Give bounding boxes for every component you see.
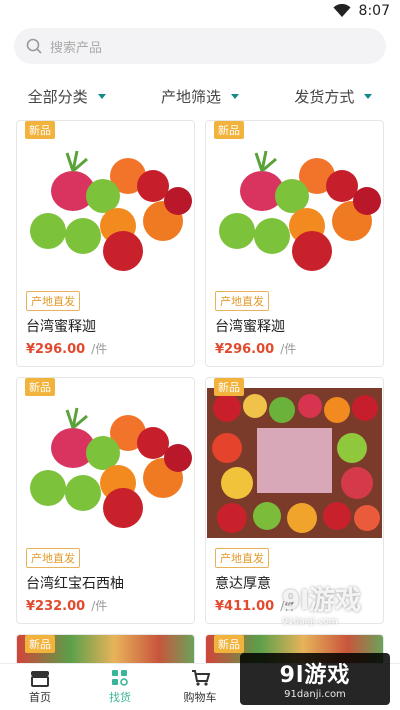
search-placeholder: 搜索产品: [50, 40, 103, 56]
new-tag: 新品: [25, 121, 55, 139]
product-name: 台湾蜜释迦: [215, 319, 285, 335]
store-icon: [31, 671, 49, 687]
watermark-overlay-url: 91danji.com: [282, 617, 338, 627]
cart-icon: [192, 670, 210, 686]
price-value: ¥296.00: [26, 342, 86, 357]
search-area: 搜索产品: [0, 24, 400, 64]
watermark-url: 91danji.com: [284, 689, 346, 700]
new-tag: 新品: [25, 635, 55, 653]
filter-category[interactable]: 全部分类: [28, 86, 106, 107]
caret-down-icon: [231, 93, 239, 99]
origin-badge: 产地直发: [26, 291, 80, 311]
origin-badge: 产地直发: [26, 548, 80, 568]
price-unit: /件: [91, 599, 108, 613]
filter-shipping-label: 发货方式: [294, 87, 355, 106]
status-right: 8:07: [333, 3, 390, 19]
product-name: 台湾蜜释迦: [26, 319, 96, 335]
price-value: ¥296.00: [215, 342, 275, 357]
fruit-image: [18, 131, 193, 281]
new-tag: 新品: [214, 378, 244, 396]
tab-cart[interactable]: 购物车: [160, 664, 240, 710]
tab-cart-label: 购物车: [183, 691, 217, 704]
price-unit: /件: [280, 342, 297, 356]
product-name: 台湾红宝石西柚: [26, 576, 124, 592]
origin-badge: 产地直发: [215, 291, 269, 311]
watermark-overlay: 9l游戏 91danji.com: [282, 580, 361, 627]
fruit-box-image: [207, 388, 382, 538]
product-price: ¥232.00/件: [26, 597, 107, 614]
new-tag: 新品: [214, 635, 244, 653]
caret-down-icon: [364, 93, 373, 99]
filter-category-label: 全部分类: [27, 87, 88, 106]
product-card[interactable]: 新品 产地直发 台湾蜜释迦 ¥296.00/件: [16, 120, 195, 367]
fruit-image: [207, 131, 382, 281]
product-card[interactable]: 新品 产地直发 台湾蜜释迦 ¥296.00/件: [205, 120, 384, 367]
price-value: ¥411.00: [215, 599, 275, 614]
product-price: ¥296.00/件: [215, 340, 296, 357]
tab-find-goods[interactable]: 找货: [80, 664, 160, 710]
filter-origin[interactable]: 产地筛选: [161, 86, 239, 107]
price-unit: /件: [91, 342, 108, 356]
status-bar: 8:07: [0, 0, 400, 24]
search-input[interactable]: 搜索产品: [14, 28, 386, 64]
status-time: 8:07: [358, 3, 390, 19]
product-price: ¥296.00/件: [26, 340, 107, 357]
product-name: 意达厚意: [215, 576, 271, 592]
price-value: ¥232.00: [26, 599, 86, 614]
search-icon: [26, 38, 42, 54]
watermark-badge: 9l游戏 91danji.com: [240, 653, 390, 705]
tab-home[interactable]: 首页: [0, 664, 80, 710]
product-card[interactable]: 新品 产地直发 台湾红宝石西柚 ¥232.00/件: [16, 377, 195, 624]
origin-badge: 产地直发: [215, 548, 269, 568]
filter-bar: 全部分类 产地筛选 发货方式: [0, 70, 400, 122]
wifi-icon: [333, 4, 351, 17]
fruit-image: [18, 388, 193, 538]
new-tag: 新品: [214, 121, 244, 139]
find-goods-icon: [112, 670, 128, 686]
watermark-overlay-text: 9l游戏: [282, 586, 362, 616]
filter-origin-label: 产地筛选: [160, 87, 221, 106]
new-tag: 新品: [25, 378, 55, 396]
watermark-text: 9l游戏: [279, 663, 351, 688]
caret-down-icon: [97, 93, 106, 99]
tab-find-goods-label: 找货: [109, 691, 131, 704]
filter-shipping[interactable]: 发货方式: [294, 86, 373, 107]
tab-home-label: 首页: [29, 691, 51, 704]
